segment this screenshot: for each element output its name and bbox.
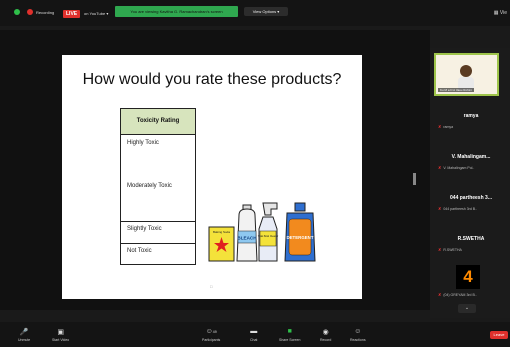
toilet-cleaner-label: Toilet Bowl Cleaner	[258, 235, 279, 238]
participants-count: 49	[212, 330, 217, 334]
participant-tile[interactable]: 044 partheesh 3... ✘ 044 partheesh 3rd B.…	[438, 195, 504, 211]
participant-label: (04) GREYAM 3rd B..	[443, 292, 477, 297]
rating-row-not-toxic: Not Toxic	[121, 243, 195, 264]
record-icon: ◉	[322, 329, 329, 336]
bleach-label: BLEACH	[237, 236, 257, 241]
bleach-bottle: BLEACH	[236, 204, 258, 262]
table-header: Toxicity Rating	[121, 109, 195, 135]
slide-title: How would you rate these products?	[82, 71, 342, 88]
baking-soda-box: Baking Soda	[208, 226, 235, 262]
toxicity-rating-table: Toxicity Rating Highly Toxic Moderately …	[120, 108, 196, 265]
mic-muted-icon: ✘	[438, 206, 442, 211]
mic-muted-icon: ✘	[438, 124, 442, 129]
scroll-down-button[interactable]: ⌄	[458, 304, 476, 313]
household-products-illustration: Baking Soda BLEACH Toilet Bowl Cleaner D…	[208, 202, 316, 262]
baking-soda-label: Baking Soda	[213, 230, 230, 234]
detergent-label: DETERGENT	[286, 235, 313, 240]
participant-name: R.SWETHA	[457, 236, 485, 242]
viewing-screen-banner: You are viewing Kavitha G. Ramachandran'…	[115, 6, 238, 17]
participant-label: 044 partheesh 3rd B..	[443, 206, 478, 211]
participant-tile[interactable]: ramya ✘ ramya	[438, 113, 504, 129]
participant-name: 044 partheesh 3...	[450, 195, 492, 201]
mic-muted-icon: ✘	[438, 165, 442, 170]
microphone-muted-icon: 🎤	[19, 329, 29, 336]
rating-row-highly-toxic: Highly Toxic	[127, 140, 159, 146]
record-button[interactable]: ◉ Record	[320, 328, 331, 342]
participant-label: R.SWETHA	[443, 247, 462, 252]
participant-label: V. Mahalingam Pol..	[443, 165, 475, 170]
meeting-controls-toolbar: 🎤 Unmute ▣ Start Video ☺49 Participants …	[0, 322, 510, 347]
self-video-name: Ku M a D A Vasu Rohini	[438, 88, 474, 92]
chat-button[interactable]: ▬ Chat	[250, 328, 257, 342]
meeting-top-bar: Recording LIVE on YouTube ▾ You are view…	[0, 0, 510, 26]
recording-label: Recording	[36, 9, 55, 15]
participant-avatar[interactable]: 4	[456, 265, 480, 289]
participants-icon: ☺	[205, 328, 213, 335]
unmute-button[interactable]: 🎤 Unmute	[18, 328, 30, 342]
participant-tile[interactable]: R.SWETHA ✘ R.SWETHA	[438, 236, 504, 252]
live-badge[interactable]: LIVE	[63, 10, 81, 18]
reactions-icon: ☺	[354, 328, 362, 335]
share-screen-button[interactable]: ■ Share Screen	[279, 328, 300, 342]
self-video-tile[interactable]: Ku M a D A Vasu Rohini	[434, 53, 499, 96]
recording-dot-icon	[27, 9, 33, 15]
rating-row-moderately-toxic: Moderately Toxic	[127, 183, 172, 189]
slide-page-marker: □	[210, 284, 213, 289]
share-screen-icon: ■	[287, 328, 292, 335]
view-layout-button[interactable]: ▦ Vie	[494, 10, 507, 16]
participant-name: ramya	[463, 113, 479, 119]
mic-muted-icon: ✘	[438, 292, 442, 297]
participant-tile[interactable]: V. Mahalingam... ✘ V. Mahalingam Pol..	[438, 154, 504, 170]
security-icon[interactable]	[14, 9, 20, 15]
view-options-button[interactable]: View Options ▾	[244, 7, 288, 16]
start-video-button[interactable]: ▣ Start Video	[52, 328, 69, 342]
reactions-button[interactable]: ☺ Reactions	[350, 328, 366, 342]
rating-row-slightly-toxic: Slightly Toxic	[121, 221, 195, 243]
participant-label: ramya	[443, 124, 454, 129]
chat-icon: ▬	[250, 328, 258, 335]
leave-meeting-button[interactable]: Leave	[490, 331, 508, 339]
participant-tile[interactable]: ✘ (04) GREYAM 3rd B..	[438, 292, 504, 297]
youtube-stream-menu[interactable]: on YouTube ▾	[84, 11, 108, 16]
recording-indicator: Recording	[14, 9, 54, 15]
mic-muted-icon: ✘	[438, 247, 442, 252]
participant-name: V. Mahalingam...	[451, 154, 491, 160]
participants-button[interactable]: ☺49 Participants	[202, 328, 220, 342]
toilet-cleaner-spray-bottle: Toilet Bowl Cleaner	[258, 202, 279, 262]
detergent-bottle: DETERGENT	[284, 202, 316, 262]
panel-resize-handle[interactable]	[413, 173, 416, 185]
presentation-slide: How would you rate these products? Toxic…	[62, 55, 362, 299]
video-off-icon: ▣	[57, 329, 64, 336]
